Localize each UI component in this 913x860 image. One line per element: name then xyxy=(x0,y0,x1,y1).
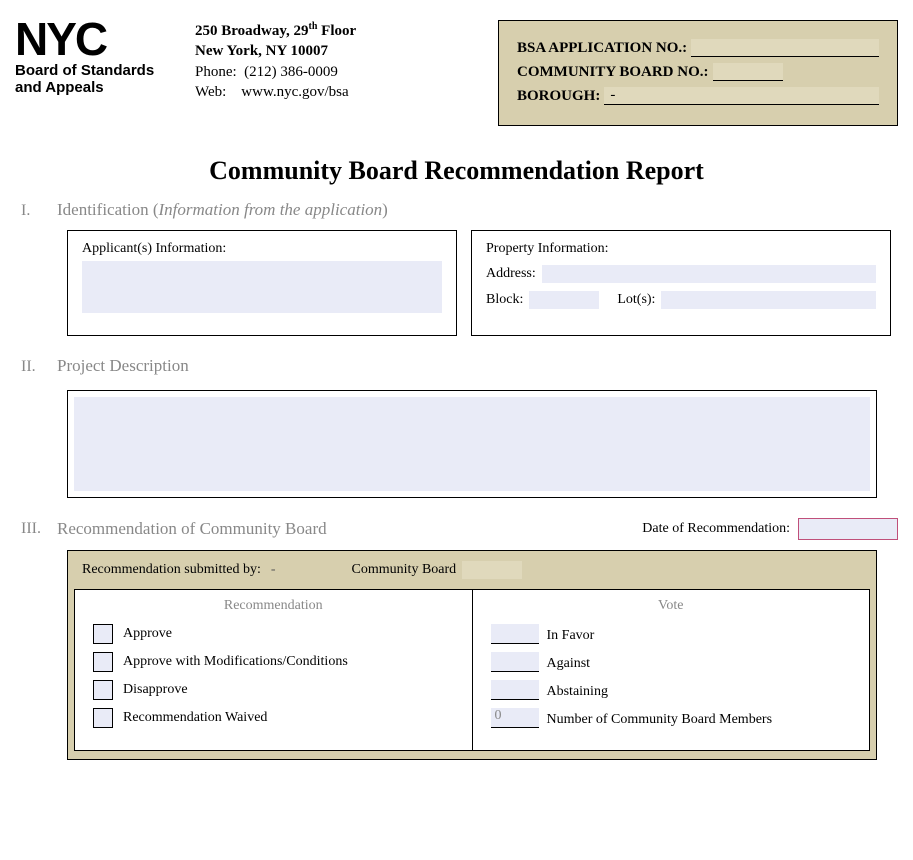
vote-col-title: Vote xyxy=(491,598,852,614)
date-field[interactable] xyxy=(798,518,898,540)
logo-sub-line1: Board of Standards xyxy=(15,62,154,79)
addr-line2: New York, NY 10007 xyxy=(195,41,356,61)
rec-cb-field[interactable] xyxy=(462,561,522,579)
address-label: Address: xyxy=(486,266,536,282)
property-title: Property Information: xyxy=(486,241,876,257)
section-2-header: II. Project Description xyxy=(15,356,898,376)
section-1-header: I. Identification (Information from the … xyxy=(15,200,898,220)
bsa-app-label: BSA APPLICATION NO.: xyxy=(517,40,687,57)
phone-value: (212) 386-0009 xyxy=(244,64,338,80)
application-box: BSA APPLICATION NO.: COMMUNITY BOARD NO.… xyxy=(498,20,898,126)
abstaining-field[interactable] xyxy=(491,680,539,700)
bsa-app-field[interactable] xyxy=(691,39,879,57)
approve-mod-checkbox[interactable] xyxy=(93,652,113,672)
total-members-field[interactable]: 0 xyxy=(491,708,539,728)
section-1-label-a: Identification ( xyxy=(57,200,159,219)
lot-label: Lot(s): xyxy=(617,292,655,308)
recommendation-submitted-row: Recommendation submitted by: - Community… xyxy=(68,551,876,589)
recommendation-col-title: Recommendation xyxy=(93,598,454,614)
addr-line1b: Floor xyxy=(317,23,356,39)
in-favor-field[interactable] xyxy=(491,624,539,644)
approve-checkbox[interactable] xyxy=(93,624,113,644)
description-box xyxy=(67,390,877,498)
approve-label: Approve xyxy=(123,626,172,642)
web-label: Web: xyxy=(195,84,226,100)
section-3-header: III. Recommendation of Community Board D… xyxy=(15,518,898,540)
approve-mod-label: Approve with Modifications/Conditions xyxy=(123,654,348,670)
against-field[interactable] xyxy=(491,652,539,672)
applicant-title: Applicant(s) Information: xyxy=(82,241,442,257)
section-3-label: Recommendation of Community Board xyxy=(57,519,327,539)
logo-block: NYC Board of Standards and Appeals xyxy=(15,20,175,126)
page-title: Community Board Recommendation Report xyxy=(15,156,898,186)
address-block: 250 Broadway, 29th Floor New York, NY 10… xyxy=(195,20,356,126)
total-members-label: Number of Community Board Members xyxy=(547,712,773,728)
cb-no-field[interactable] xyxy=(713,63,783,81)
identification-boxes: Applicant(s) Information: Property Infor… xyxy=(67,230,898,336)
vote-column: Vote In Favor Against Abstaining 0 Number… xyxy=(472,590,870,750)
against-label: Against xyxy=(547,656,591,672)
cb-no-label: COMMUNITY BOARD NO.: xyxy=(517,64,709,81)
borough-field[interactable]: - xyxy=(604,87,879,105)
waived-checkbox[interactable] xyxy=(93,708,113,728)
rec-cb-label: Community Board xyxy=(352,562,457,578)
applicant-field[interactable] xyxy=(82,261,442,313)
lot-field[interactable] xyxy=(661,291,876,309)
recommendation-column: Recommendation Approve Approve with Modi… xyxy=(75,590,472,750)
date-label: Date of Recommendation: xyxy=(642,521,790,537)
block-label: Block: xyxy=(486,292,523,308)
in-favor-label: In Favor xyxy=(547,628,595,644)
logo-sub: Board of Standards and Appeals xyxy=(15,63,175,96)
header: NYC Board of Standards and Appeals 250 B… xyxy=(15,20,898,126)
logo-sub-line2: and Appeals xyxy=(15,79,104,96)
section-1-label-i: Information from the application xyxy=(159,200,383,219)
borough-label: BOROUGH: xyxy=(517,88,600,105)
property-box: Property Information: Address: Block: Lo… xyxy=(471,230,891,336)
rec-submitted-dash: - xyxy=(271,562,276,578)
web-value: www.nyc.gov/bsa xyxy=(241,84,348,100)
abstaining-label: Abstaining xyxy=(547,684,608,700)
section-1-label-b: ) xyxy=(382,200,388,219)
applicant-box: Applicant(s) Information: xyxy=(67,230,457,336)
disapprove-checkbox[interactable] xyxy=(93,680,113,700)
phone-label: Phone: xyxy=(195,64,237,80)
rec-submitted-label: Recommendation submitted by: xyxy=(82,562,261,578)
section-2-label: Project Description xyxy=(57,356,189,376)
section-2-num: II. xyxy=(15,358,57,376)
address-field[interactable] xyxy=(542,265,876,283)
recommendation-table: Recommendation Approve Approve with Modi… xyxy=(74,589,870,751)
section-1-num: I. xyxy=(15,202,57,220)
section-3-num: III. xyxy=(15,520,57,538)
disapprove-label: Disapprove xyxy=(123,682,188,698)
addr-line1a: 250 Broadway, 29 xyxy=(195,23,309,39)
description-field[interactable] xyxy=(74,397,870,491)
recommendation-box: Recommendation submitted by: - Community… xyxy=(67,550,877,760)
waived-label: Recommendation Waived xyxy=(123,710,267,726)
block-field[interactable] xyxy=(529,291,599,309)
logo-nyc: NYC xyxy=(15,20,175,59)
